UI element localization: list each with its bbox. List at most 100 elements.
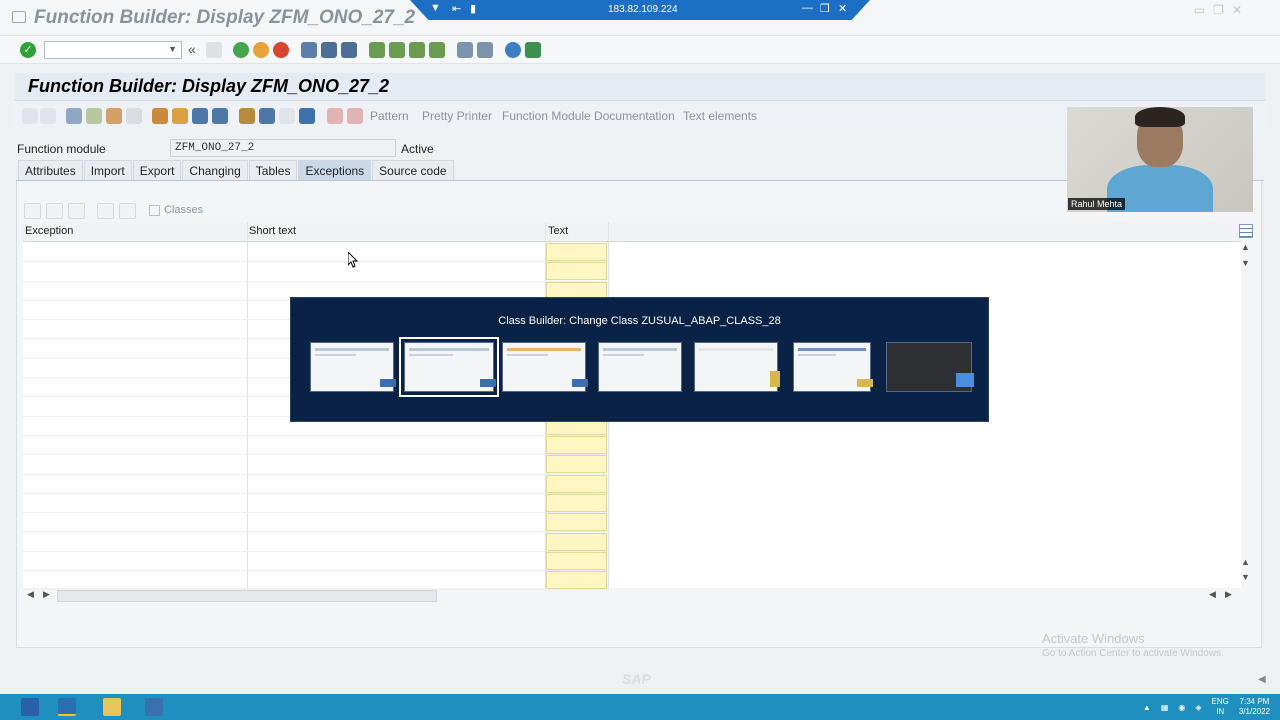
pin-icon[interactable]: ▼ — [430, 2, 441, 14]
scroll-right-icon[interactable]: ▶ — [43, 589, 50, 600]
text-input-cell[interactable] — [546, 513, 607, 532]
tab-changing[interactable]: Changing — [182, 160, 248, 180]
stack-icon[interactable] — [259, 108, 275, 124]
info-icon[interactable] — [299, 108, 315, 124]
where-used-icon[interactable] — [172, 108, 188, 124]
tab-export[interactable]: Export — [132, 160, 182, 180]
text-input-cell[interactable] — [546, 455, 607, 474]
window-minimize-icon[interactable]: ▭ — [1194, 3, 1205, 17]
tab-import[interactable]: Import — [83, 160, 132, 180]
table-row[interactable] — [23, 436, 609, 456]
breakpoint-icon[interactable] — [327, 108, 343, 124]
scroll-page-up-icon[interactable]: ▲ — [1241, 557, 1250, 567]
checkbox-box[interactable] — [149, 204, 160, 216]
delete-row-icon[interactable] — [119, 203, 136, 219]
last-page-icon[interactable] — [429, 42, 445, 58]
find-icon[interactable] — [321, 42, 337, 58]
text-input-cell[interactable] — [546, 551, 607, 570]
taskbar-app-document[interactable] — [145, 698, 163, 716]
window-thumbnail-selected[interactable] — [399, 337, 499, 397]
command-field[interactable]: ▼ — [44, 41, 182, 59]
paste-icon[interactable] — [68, 203, 85, 219]
find-next-icon[interactable] — [341, 42, 357, 58]
scroll-left-end-icon[interactable]: ◀ — [1209, 589, 1216, 600]
collapse-command-icon[interactable]: « — [188, 41, 196, 57]
test-icon[interactable] — [152, 108, 168, 124]
function-module-field[interactable]: ZFM_ONO_27_2 — [170, 139, 396, 157]
table-row[interactable] — [23, 493, 609, 514]
window-close-icon[interactable]: ✕ — [1232, 3, 1242, 17]
fm-documentation-button[interactable]: Function Module Documentation — [502, 109, 675, 123]
hierarchy-icon[interactable] — [239, 108, 255, 124]
back-arrow-icon[interactable] — [22, 108, 38, 124]
tray-overflow-icon[interactable]: ▲ — [1143, 703, 1151, 712]
taskbar-app-sap-logon[interactable] — [21, 698, 39, 716]
restore-icon[interactable]: ❐ — [820, 2, 830, 15]
back-icon[interactable] — [233, 42, 249, 58]
scroll-down-icon[interactable]: ▼ — [1241, 572, 1250, 582]
tab-source-code[interactable]: Source code — [372, 160, 454, 180]
window-thumbnail[interactable] — [694, 342, 780, 392]
table-row[interactable] — [23, 571, 609, 591]
close-icon[interactable]: ✕ — [838, 2, 847, 15]
window-thumbnail[interactable] — [502, 342, 588, 392]
first-page-icon[interactable] — [369, 42, 385, 58]
taskbar-app-file-explorer[interactable] — [103, 698, 121, 716]
tab-tables[interactable]: Tables — [248, 160, 298, 180]
table-row[interactable] — [23, 243, 609, 263]
save-icon[interactable] — [206, 42, 222, 58]
column-header-short-text[interactable]: Short text — [249, 225, 296, 237]
navigation-window-icon[interactable] — [212, 108, 228, 124]
table-row[interactable] — [23, 474, 609, 494]
print-icon[interactable] — [301, 42, 317, 58]
previous-page-icon[interactable] — [389, 42, 405, 58]
column-header-text[interactable]: Text — [548, 225, 568, 237]
enter-check-icon[interactable]: ✓ — [20, 42, 36, 58]
check-icon[interactable] — [106, 108, 122, 124]
scroll-right-end-icon[interactable]: ▶ — [1225, 589, 1232, 600]
activate-icon[interactable] — [126, 108, 142, 124]
window-thumbnail[interactable] — [310, 342, 396, 392]
text-input-cell[interactable] — [546, 243, 607, 261]
minimize-icon[interactable]: — — [802, 2, 813, 14]
new-session-icon[interactable] — [457, 42, 473, 58]
text-input-cell[interactable] — [546, 474, 607, 493]
frame-icon[interactable] — [279, 108, 295, 124]
pattern-button[interactable]: Pattern — [370, 109, 409, 123]
tab-attributes[interactable]: Attributes — [18, 160, 83, 180]
taskbar-app-sap-gui[interactable] — [58, 698, 76, 716]
scroll-page-down-icon[interactable]: ▼ — [1241, 258, 1250, 268]
cut-icon[interactable] — [24, 203, 41, 219]
external-breakpoint-icon[interactable] — [347, 108, 363, 124]
chevron-down-icon[interactable]: ▼ — [168, 44, 177, 54]
scroll-left-icon[interactable]: ◀ — [27, 589, 34, 600]
text-elements-button[interactable]: Text elements — [683, 109, 757, 123]
scroll-up-icon[interactable]: ▲ — [1241, 242, 1250, 252]
table-row[interactable] — [23, 532, 609, 552]
text-input-cell[interactable] — [546, 532, 607, 551]
text-input-cell[interactable] — [546, 436, 607, 454]
column-settings-icon[interactable] — [1239, 224, 1253, 238]
clock[interactable]: 7:34 PM 3/1/2022 — [1239, 697, 1270, 717]
window-thumbnail[interactable] — [598, 342, 682, 392]
connection-icon[interactable]: ⇤ — [452, 2, 461, 15]
window-maximize-icon[interactable]: ❐ — [1213, 3, 1224, 17]
window-thumbnail[interactable] — [793, 342, 873, 392]
display-change-icon[interactable] — [66, 108, 82, 124]
text-input-cell[interactable] — [546, 571, 607, 590]
network-icon[interactable]: ▦ — [1161, 703, 1169, 712]
classes-checkbox[interactable]: Classes — [149, 204, 203, 216]
column-header-exception[interactable]: Exception — [25, 225, 73, 237]
volume-icon[interactable]: ◉ — [1178, 703, 1185, 712]
cancel-icon[interactable] — [273, 42, 289, 58]
exit-icon[interactable] — [253, 42, 269, 58]
vertical-scrollbar[interactable]: ▲ ▼ ▲ ▼ — [1240, 242, 1252, 588]
insert-row-icon[interactable] — [97, 203, 114, 219]
copy-icon[interactable] — [46, 203, 63, 219]
scrollbar-thumb[interactable] — [57, 590, 437, 602]
table-row[interactable] — [23, 455, 609, 475]
help-icon[interactable] — [505, 42, 521, 58]
tab-exceptions[interactable]: Exceptions — [298, 160, 372, 180]
shortcut-icon[interactable] — [477, 42, 493, 58]
horizontal-scrollbar[interactable]: ◀ ▶ ◀ ▶ — [23, 589, 1241, 603]
